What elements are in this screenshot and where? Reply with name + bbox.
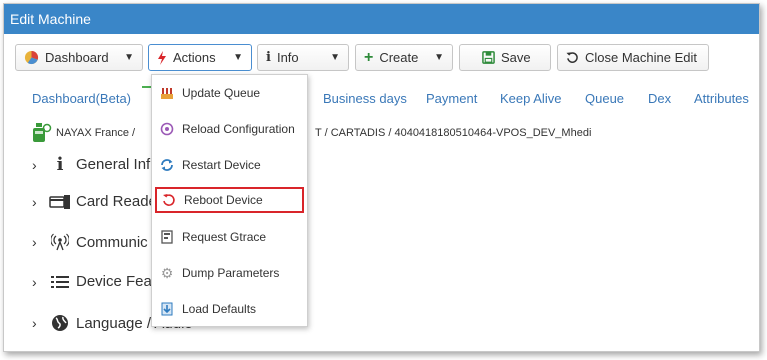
chevron-down-icon: ▼ xyxy=(434,52,444,63)
save-button[interactable]: Save xyxy=(459,44,551,71)
window-title: Edit Machine xyxy=(10,11,91,27)
tab-dashboard-beta[interactable]: Dashboard(Beta) xyxy=(32,91,131,106)
menu-item-load-defaults[interactable]: Load Defaults xyxy=(158,296,301,322)
machine-tree-panel: NAYAX France / T / CARTADIS / 4040418180… xyxy=(4,116,759,351)
chevron-right-icon[interactable]: › xyxy=(32,194,48,210)
tree-item-label: Communic xyxy=(76,233,148,251)
card-reader-icon xyxy=(48,194,72,210)
pie-chart-icon xyxy=(24,50,39,65)
tab-payment[interactable]: Payment xyxy=(426,91,477,106)
menu-item-label: Reboot Device xyxy=(184,193,263,207)
info-icon: i xyxy=(266,50,271,65)
menu-item-reboot-device[interactable]: Reboot Device xyxy=(155,187,304,213)
tree-item-label: General Inf xyxy=(76,156,151,173)
menu-item-restart-device[interactable]: Restart Device xyxy=(158,152,301,178)
dashboard-button[interactable]: Dashboard ▼ xyxy=(15,44,143,71)
tab-queue[interactable]: Queue xyxy=(585,91,624,106)
restart-icon xyxy=(158,158,176,172)
actions-label: Actions xyxy=(173,50,216,65)
list-icon xyxy=(48,275,72,289)
floppy-disk-icon xyxy=(482,51,495,64)
tree-item-label: Card Reade xyxy=(76,193,157,210)
chevron-right-icon[interactable]: › xyxy=(32,315,48,331)
queue-icon xyxy=(158,86,176,100)
info-label: Info xyxy=(276,50,299,65)
info-icon: i xyxy=(56,154,64,175)
tree-item-label: Device Fea xyxy=(76,273,152,290)
chevron-down-icon: ▼ xyxy=(124,52,134,63)
gtrace-icon xyxy=(158,230,176,244)
tab-attributes[interactable]: Attributes xyxy=(694,91,749,106)
breadcrumb-left[interactable]: NAYAX France / xyxy=(56,127,135,139)
dashboard-label: Dashboard xyxy=(45,50,109,65)
chevron-down-icon: ▼ xyxy=(233,52,243,63)
close-machine-edit-button[interactable]: Close Machine Edit xyxy=(557,44,709,71)
create-button[interactable]: + Create ▼ xyxy=(355,44,453,71)
menu-item-label: Request Gtrace xyxy=(182,230,267,244)
chevron-right-icon[interactable]: › xyxy=(32,157,48,173)
menu-item-label: Reload Configuration xyxy=(182,122,295,136)
menu-item-update-queue[interactable]: Update Queue xyxy=(158,80,301,106)
download-icon xyxy=(158,302,176,316)
tree-item-device-features[interactable]: › Device Fea xyxy=(32,273,152,290)
chevron-down-icon: ▼ xyxy=(330,52,340,63)
tab-dex[interactable]: Dex xyxy=(648,91,671,106)
menu-item-reload-configuration[interactable]: Reload Configuration xyxy=(158,116,301,142)
lightning-icon xyxy=(157,50,167,65)
gear-icon: ⚙ xyxy=(160,264,174,281)
close-label: Close Machine Edit xyxy=(585,50,697,65)
menu-item-label: Restart Device xyxy=(182,158,261,172)
menu-item-dump-parameters[interactable]: ⚙ Dump Parameters xyxy=(158,260,301,286)
reload-config-icon xyxy=(158,122,176,136)
tree-item-general-info[interactable]: › i General Inf xyxy=(32,154,150,175)
chevron-right-icon[interactable]: › xyxy=(32,234,48,250)
chevron-right-icon[interactable]: › xyxy=(32,274,48,290)
actions-dropdown-menu: Update Queue Reload Configuration Restar… xyxy=(151,74,308,327)
edit-machine-window: Edit Machine Dashboard ▼ Actions ▼ i Inf… xyxy=(3,3,760,352)
tree-item-communication[interactable]: › Communic xyxy=(32,233,148,251)
antenna-icon xyxy=(48,233,72,251)
tree-item-card-reader[interactable]: › Card Reade xyxy=(32,193,157,210)
vending-machine-icon xyxy=(32,122,52,144)
toolbar: Dashboard ▼ Actions ▼ i Info ▼ + Create … xyxy=(4,34,759,82)
save-label: Save xyxy=(501,50,531,65)
plus-icon: + xyxy=(364,48,374,66)
reboot-icon xyxy=(160,193,178,207)
tab-keep-alive[interactable]: Keep Alive xyxy=(500,91,561,106)
menu-item-label: Update Queue xyxy=(182,86,261,100)
globe-icon xyxy=(48,314,72,332)
menu-item-label: Load Defaults xyxy=(182,302,257,316)
info-button[interactable]: i Info ▼ xyxy=(257,44,349,71)
create-label: Create xyxy=(379,50,419,65)
menu-item-request-gtrace[interactable]: Request Gtrace xyxy=(158,224,301,250)
tab-bar: Dashboard(Beta) Business days Payment Ke… xyxy=(4,86,759,112)
breadcrumb-right[interactable]: T / CARTADIS / 4040418180510464-VPOS_DEV… xyxy=(315,127,591,139)
tab-business-days[interactable]: Business days xyxy=(323,91,407,106)
breadcrumb: NAYAX France / T / CARTADIS / 4040418180… xyxy=(32,122,591,144)
menu-item-label: Dump Parameters xyxy=(182,266,280,280)
undo-icon xyxy=(566,51,579,64)
actions-button[interactable]: Actions ▼ xyxy=(148,44,252,71)
title-bar: Edit Machine xyxy=(4,4,759,34)
